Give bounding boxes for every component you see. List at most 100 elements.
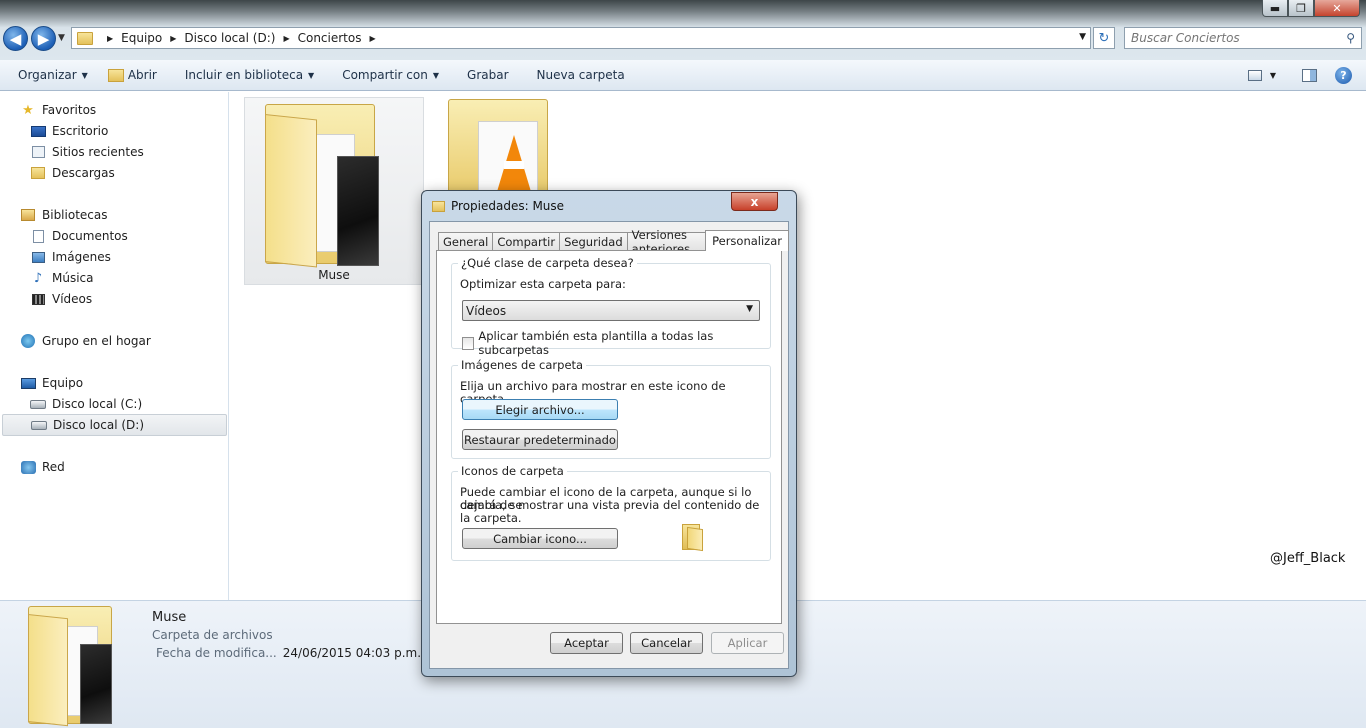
tab-seguridad[interactable]: Seguridad bbox=[559, 232, 628, 250]
maximize-button[interactable]: ❐ bbox=[1288, 0, 1314, 17]
details-date-label: Fecha de modifica... bbox=[156, 646, 277, 660]
folder-item-muse[interactable]: Muse bbox=[244, 97, 424, 285]
file-list: Muse bbox=[230, 92, 1366, 600]
nav-drive-c-label: Disco local (C:) bbox=[52, 397, 143, 411]
folder-pictures-group: Imágenes de carpeta Elija un archivo par… bbox=[451, 358, 771, 459]
change-view-button[interactable]: ▼ bbox=[1247, 70, 1276, 81]
chevron-down-icon: ▼ bbox=[81, 70, 88, 80]
close-button[interactable]: ✕ bbox=[1314, 0, 1360, 17]
address-dropdown-icon[interactable]: ▼ bbox=[1079, 32, 1086, 42]
nav-homegroup[interactable]: Grupo en el hogar bbox=[20, 331, 151, 351]
chevron-right-icon[interactable]: ▶ bbox=[170, 34, 176, 43]
nav-favorites-label: Favoritos bbox=[42, 103, 97, 117]
apply-subfolders-checkbox[interactable]: Aplicar también esta plantilla a todas l… bbox=[462, 329, 770, 357]
cancel-button[interactable]: Cancelar bbox=[630, 632, 703, 654]
nav-desktop[interactable]: Escritorio bbox=[30, 121, 108, 141]
nav-documents-label: Documentos bbox=[52, 229, 128, 243]
details-date-value: 24/06/2015 04:03 p.m. bbox=[282, 646, 422, 660]
nav-computer[interactable]: Equipo bbox=[20, 373, 83, 393]
help-icon[interactable]: ? bbox=[1335, 67, 1352, 84]
new-folder-button[interactable]: Nueva carpeta bbox=[519, 60, 635, 91]
folder-icons-legend: Iconos de carpeta bbox=[458, 464, 567, 478]
dialog-body: General Compartir Seguridad Versiones an… bbox=[429, 221, 789, 669]
view-icon bbox=[1247, 70, 1262, 81]
folder-type-group: ¿Qué clase de carpeta desea? Optimizar e… bbox=[451, 256, 771, 357]
chevron-down-icon: ▼ bbox=[1269, 71, 1276, 80]
address-bar[interactable]: ▶ Equipo ▶ Disco local (D:) ▶ Conciertos… bbox=[71, 27, 1091, 49]
nav-drive-c[interactable]: Disco local (C:) bbox=[30, 394, 142, 414]
view-controls: ▼ ? bbox=[1247, 60, 1352, 91]
search-icon[interactable]: ⚲ bbox=[1346, 31, 1355, 45]
apply-subfolders-label: Aplicar también esta plantilla a todas l… bbox=[478, 329, 714, 357]
nav-videos[interactable]: Vídeos bbox=[30, 289, 92, 309]
folder-thumbnail-icon bbox=[265, 104, 379, 268]
checkbox-box[interactable] bbox=[462, 336, 475, 350]
homegroup-icon bbox=[20, 334, 36, 348]
nav-recent[interactable]: Sitios recientes bbox=[30, 142, 144, 162]
search-box[interactable]: ⚲ bbox=[1124, 27, 1362, 49]
refresh-button[interactable]: ↻ bbox=[1093, 27, 1115, 49]
nav-music[interactable]: ♪ Música bbox=[30, 268, 94, 288]
minimize-button[interactable]: ▬ bbox=[1262, 0, 1288, 17]
chevron-right-icon[interactable]: ▶ bbox=[369, 34, 375, 43]
music-note-icon: ♪ bbox=[33, 270, 43, 286]
vlc-cone-stripe bbox=[504, 161, 524, 169]
chevron-right-icon[interactable]: ▶ bbox=[107, 34, 113, 43]
nav-drive-d[interactable]: Disco local (D:) bbox=[2, 414, 227, 436]
organize-button[interactable]: Organizar ▼ bbox=[0, 60, 98, 91]
watermark-text: @Jeff_Black bbox=[1270, 551, 1346, 566]
include-library-button[interactable]: Incluir en biblioteca ▼ bbox=[167, 60, 324, 91]
navigation-pane: ★ Favoritos Escritorio Sitios recientes … bbox=[0, 92, 229, 600]
command-bar: Organizar ▼ Abrir Incluir en biblioteca ▼ … bbox=[0, 60, 1366, 91]
optimize-select[interactable]: Vídeos ▼ bbox=[462, 300, 760, 321]
downloads-folder-icon bbox=[30, 166, 46, 180]
breadcrumb-item-conciertos[interactable]: Conciertos bbox=[298, 31, 362, 45]
tab-versiones-anteriores[interactable]: Versiones anteriores bbox=[626, 228, 707, 256]
change-icon-button[interactable]: Cambiar icono... bbox=[462, 528, 618, 549]
video-film-icon bbox=[30, 292, 46, 306]
nav-favorites[interactable]: ★ Favoritos bbox=[20, 100, 96, 120]
nav-drive-d-label: Disco local (D:) bbox=[53, 418, 145, 432]
folder-item-vlc[interactable] bbox=[448, 97, 568, 197]
forward-button[interactable]: ▶ bbox=[31, 26, 56, 51]
open-folder-icon bbox=[107, 68, 124, 82]
chevron-down-icon: ▼ bbox=[746, 304, 753, 314]
nav-downloads[interactable]: Descargas bbox=[30, 163, 115, 183]
open-button[interactable]: Abrir bbox=[98, 60, 167, 91]
tab-personalizar[interactable]: Personalizar bbox=[705, 230, 789, 251]
folder-pictures-legend: Imágenes de carpeta bbox=[458, 358, 587, 372]
nav-images[interactable]: Imágenes bbox=[30, 247, 111, 267]
nav-downloads-label: Descargas bbox=[52, 166, 115, 180]
dialog-title: Propiedades: Muse bbox=[432, 199, 564, 213]
search-input[interactable] bbox=[1131, 31, 1341, 45]
properties-dialog: Propiedades: Muse x General Compartir Se… bbox=[421, 190, 797, 677]
restore-default-button[interactable]: Restaurar predeterminado bbox=[462, 429, 618, 450]
recent-pages-dropdown-icon[interactable]: ▼ bbox=[58, 33, 65, 43]
images-icon bbox=[30, 250, 46, 264]
new-folder-label: Nueva carpeta bbox=[536, 68, 625, 82]
details-date: Fecha de modifica... 24/06/2015 04:03 p.m… bbox=[156, 646, 421, 660]
computer-icon bbox=[20, 376, 36, 390]
back-button[interactable]: ◀ bbox=[3, 26, 28, 51]
burn-button[interactable]: Grabar bbox=[449, 60, 519, 91]
accept-button[interactable]: Aceptar bbox=[550, 632, 623, 654]
breadcrumb-item-equipo[interactable]: Equipo bbox=[121, 31, 162, 45]
nav-images-label: Imágenes bbox=[52, 250, 111, 264]
nav-documents[interactable]: Documentos bbox=[30, 226, 128, 246]
chevron-right-icon[interactable]: ▶ bbox=[283, 34, 289, 43]
tab-compartir[interactable]: Compartir bbox=[492, 232, 561, 250]
nav-network[interactable]: Red bbox=[20, 457, 65, 477]
folder-item-label: Muse bbox=[318, 268, 350, 282]
dialog-title-text: Propiedades: Muse bbox=[451, 199, 565, 213]
tab-general[interactable]: General bbox=[438, 232, 494, 250]
breadcrumb: ▶ Equipo ▶ Disco local (D:) ▶ Conciertos… bbox=[99, 31, 384, 45]
preview-pane-icon[interactable] bbox=[1302, 69, 1317, 82]
burn-label: Grabar bbox=[467, 68, 509, 82]
nav-libraries[interactable]: Bibliotecas bbox=[20, 205, 107, 225]
details-name: Muse bbox=[152, 610, 187, 625]
choose-file-button[interactable]: Elegir archivo... bbox=[462, 399, 618, 420]
breadcrumb-item-disco-d[interactable]: Disco local (D:) bbox=[184, 31, 275, 45]
share-button[interactable]: Compartir con ▼ bbox=[324, 60, 449, 91]
window-controls: ▬ ❐ ✕ bbox=[1262, 0, 1360, 17]
dialog-close-button[interactable]: x bbox=[731, 192, 778, 211]
